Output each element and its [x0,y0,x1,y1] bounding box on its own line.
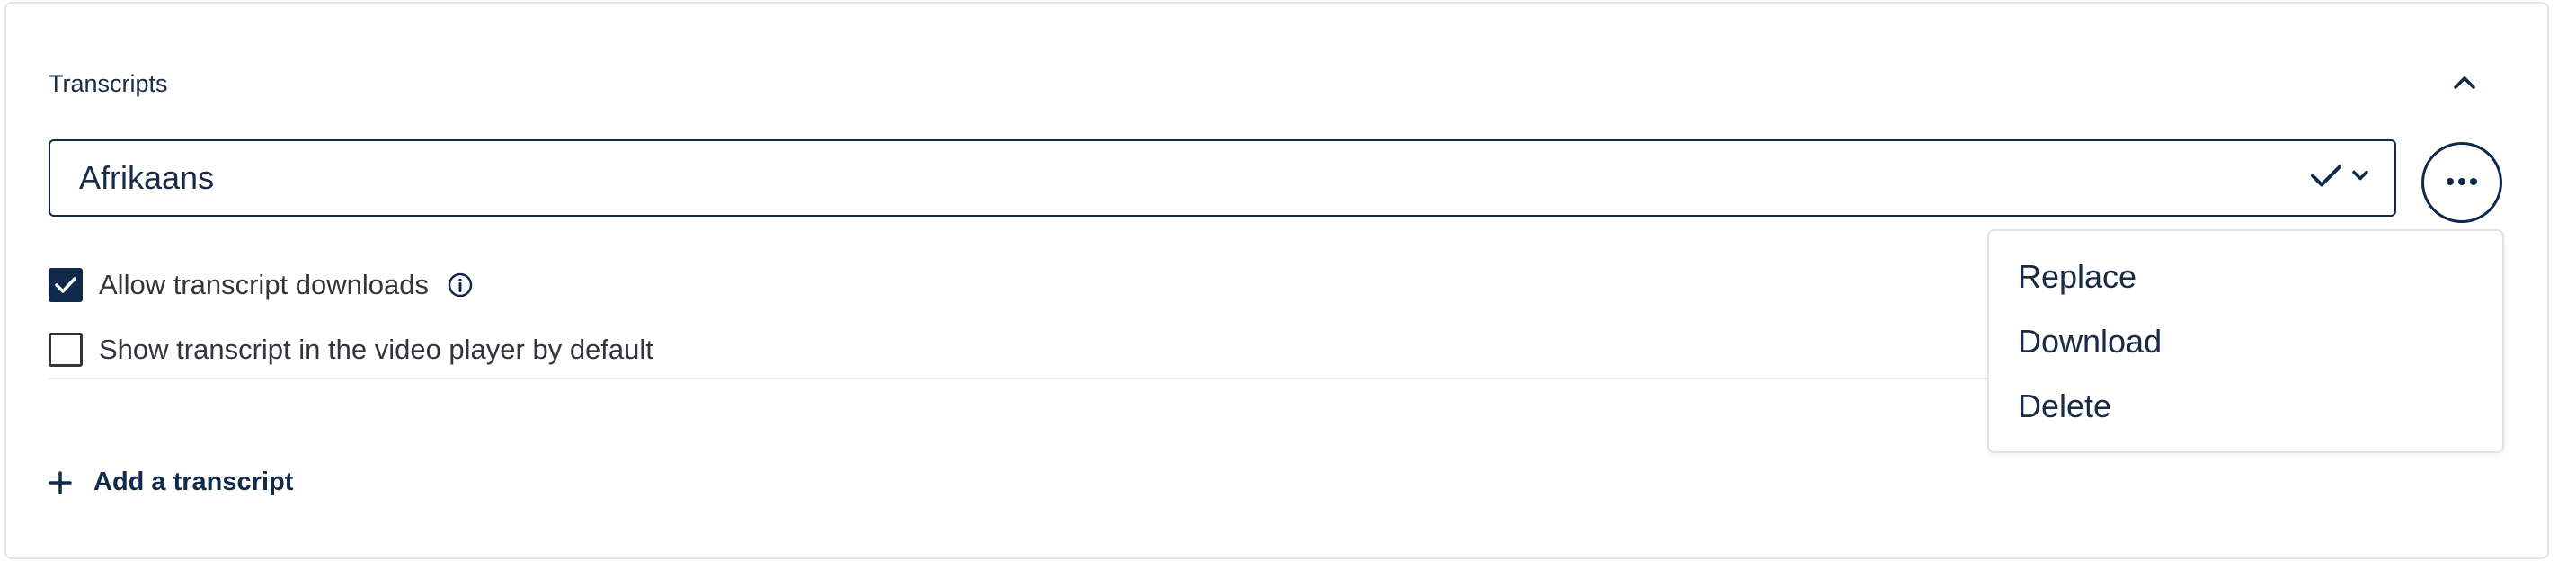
chevron-up-icon [2453,76,2476,94]
menu-item-replace[interactable]: Replace [2018,258,2136,296]
add-transcript-label: Add a transcript [93,468,294,496]
more-options-button[interactable] [2421,142,2502,223]
show-by-default-label: Show transcript in the video player by d… [99,334,653,365]
selected-language: Afrikaans [79,159,215,196]
add-transcript-button[interactable]: Add a transcript [49,468,293,497]
show-by-default-checkbox[interactable] [49,333,83,367]
section-title: Transcripts [49,70,168,97]
check-icon [2310,164,2342,193]
show-by-default-option: Show transcript in the video player by d… [49,333,653,367]
plus-icon [49,470,72,494]
allow-downloads-label: Allow transcript downloads [99,269,430,300]
info-icon[interactable] [447,272,474,298]
allow-downloads-checkbox[interactable] [49,268,83,302]
collapse-button[interactable] [2447,67,2483,102]
allow-downloads-option: Allow transcript downloads [49,268,474,302]
menu-item-download[interactable]: Download [2018,323,2162,361]
more-options-menu: Replace Download Delete [1987,229,2504,453]
chevron-down-icon [2351,170,2369,187]
transcript-language-select[interactable]: Afrikaans [49,139,2396,217]
ellipsis-icon [2446,174,2478,191]
menu-item-delete[interactable]: Delete [2018,387,2111,425]
